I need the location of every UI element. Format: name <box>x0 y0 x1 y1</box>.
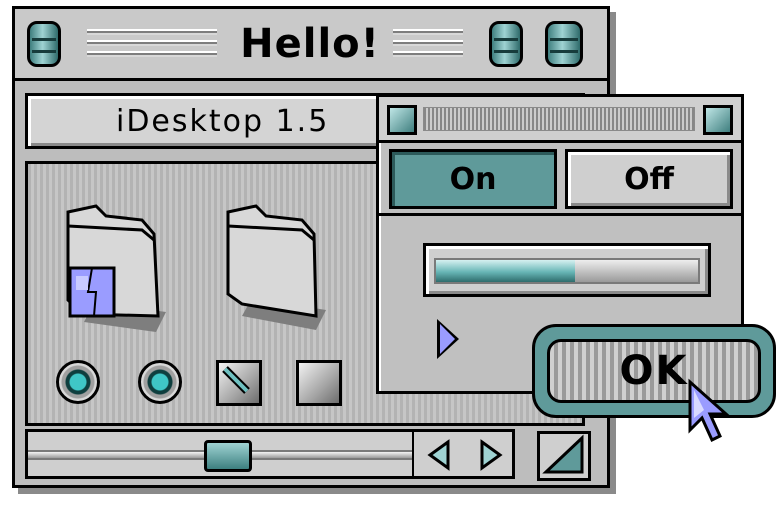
dialog-collapse-box-icon[interactable] <box>703 105 733 135</box>
tab-on-label: On <box>449 162 497 197</box>
radio-button-1[interactable] <box>56 360 100 404</box>
folder-icon[interactable] <box>222 204 326 330</box>
square-button[interactable] <box>296 360 342 406</box>
zoom-box-icon[interactable] <box>489 21 523 67</box>
header-label: iDesktop 1.5 <box>116 104 330 139</box>
slider-track[interactable] <box>434 258 700 284</box>
close-box-icon[interactable] <box>27 21 61 67</box>
window-title: Hello! <box>240 21 380 67</box>
title-bar[interactable]: Hello! <box>15 9 607 81</box>
scroll-left-arrow-icon[interactable] <box>422 438 456 472</box>
scroll-thumb[interactable] <box>204 440 252 472</box>
play-arrow-icon[interactable] <box>437 319 459 359</box>
dialog-title-texture <box>423 107 695 131</box>
tab-on[interactable]: On <box>389 149 557 209</box>
resize-grip[interactable] <box>537 431 591 481</box>
title-grip-right <box>393 29 463 57</box>
scroll-right-arrow-icon[interactable] <box>474 438 508 472</box>
slider[interactable] <box>423 243 711 297</box>
dialog-close-box-icon[interactable] <box>387 105 417 135</box>
folder-with-finder-face-icon[interactable] <box>62 204 166 332</box>
pen-button[interactable] <box>216 360 262 406</box>
radio-button-2[interactable] <box>138 360 182 404</box>
horizontal-scrollbar[interactable] <box>25 429 515 479</box>
dialog-title-bar[interactable] <box>379 97 741 143</box>
resize-grip-icon <box>542 434 584 474</box>
dialog-divider <box>379 213 741 216</box>
title-grip-left <box>87 29 217 57</box>
slider-fill <box>436 260 575 282</box>
tab-off-label: Off <box>624 162 674 197</box>
arrow-cursor-icon <box>684 378 734 448</box>
pen-button-icon <box>222 366 250 394</box>
tab-off[interactable]: Off <box>565 149 733 209</box>
collapse-box-icon[interactable] <box>545 21 583 67</box>
scroll-divider <box>412 432 414 476</box>
ok-button[interactable]: OK <box>532 324 776 418</box>
